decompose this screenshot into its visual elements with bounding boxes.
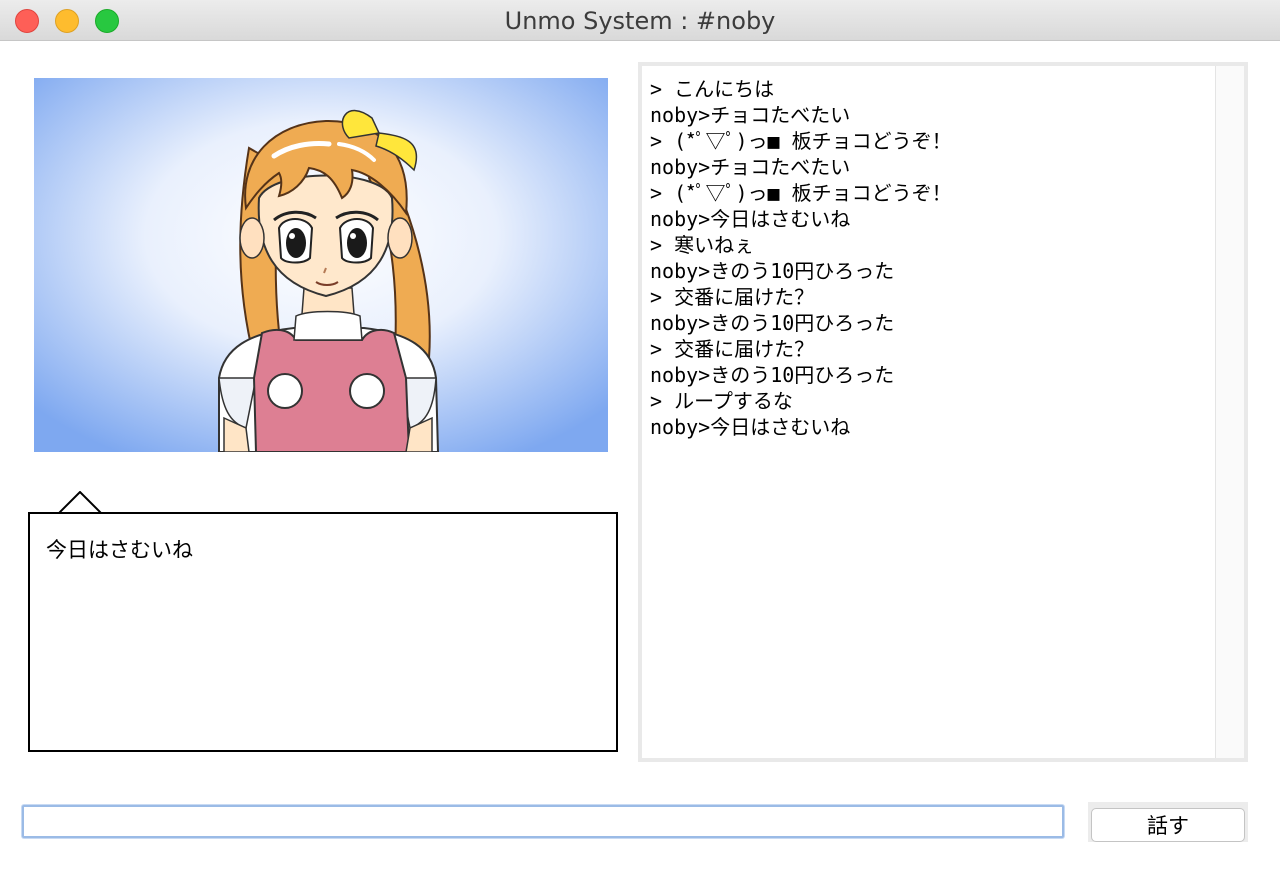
log-line: > 寒いねぇ [650,233,755,257]
log-lines: > こんにちは noby>チョコたべたい > (*ﾟ▽ﾟ)っ■ 板チョコどうぞ！… [650,76,952,440]
title-bar: Unmo System : #noby [0,0,1280,41]
log-line: noby>チョコたべたい [650,103,851,127]
message-input[interactable] [22,805,1064,838]
log-line: > こんにちは [650,77,775,101]
log-line: > ループするな [650,389,793,413]
log-line: noby>今日はさむいね [650,207,851,231]
log-scrollbar[interactable] [1215,66,1244,758]
log-line: > 交番に届けた？ [650,337,815,361]
balloon-text: 今日はさむいね [46,538,193,562]
log-line: noby>今日はさむいね [650,415,851,439]
anime-girl-portrait-icon [34,78,608,452]
talk-button[interactable]: 話す [1091,808,1245,842]
log-line: noby>きのう10円ひろった [650,311,895,335]
log-line: > (*ﾟ▽ﾟ)っ■ 板チョコどうぞ！ [650,129,952,153]
window-title: Unmo System : #noby [504,7,776,35]
character-portrait [34,78,608,452]
log-line: > 交番に届けた？ [650,285,815,309]
log-line: > (*ﾟ▽ﾟ)っ■ 板チョコどうぞ！ [650,181,952,205]
speech-balloon: 今日はさむいね [28,512,618,752]
log-line: noby>きのう10円ひろった [650,259,895,283]
log-line: noby>チョコたべたい [650,155,851,179]
log-line: noby>きのう10円ひろった [650,363,895,387]
conversation-log[interactable]: > こんにちは noby>チョコたべたい > (*ﾟ▽ﾟ)っ■ 板チョコどうぞ！… [638,62,1248,762]
speech-bubble-tail-icon [58,491,102,514]
